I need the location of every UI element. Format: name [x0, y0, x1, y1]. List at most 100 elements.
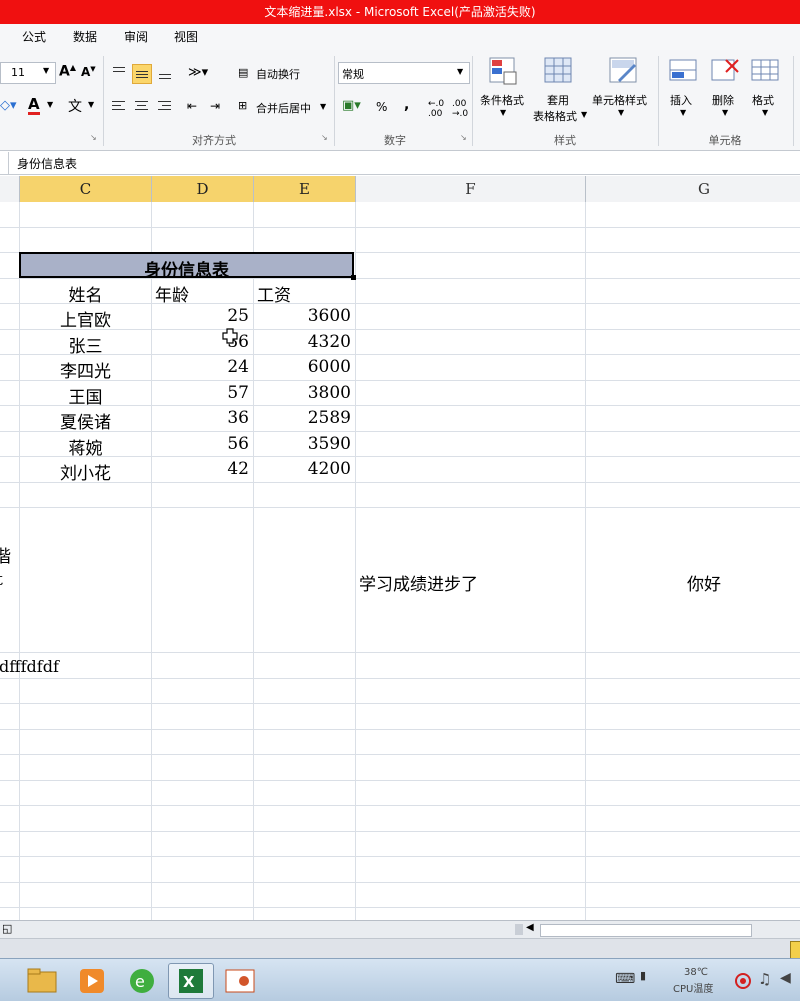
cell-salary[interactable]: 3600: [254, 306, 351, 326]
cpu-temperature-label: CPU温度: [673, 984, 714, 995]
fill-color-icon[interactable]: ◇▾: [0, 98, 17, 113]
table-title-cell[interactable]: 身份信息表: [19, 252, 354, 281]
clipped-cell-text[interactable]: 偕: [0, 542, 11, 567]
cell-styles-button[interactable]: 单元格样式 ▼: [592, 56, 654, 126]
font-size-box[interactable]: 11 ▼: [0, 62, 56, 84]
formula-bar-content[interactable]: 身份信息表: [17, 155, 77, 172]
cell-salary[interactable]: 4200: [254, 459, 351, 479]
cell-salary[interactable]: 6000: [254, 357, 351, 377]
chevron-down-icon[interactable]: ▼: [320, 102, 326, 111]
merge-center-icon[interactable]: ⊞: [238, 99, 247, 112]
font-color-icon[interactable]: A: [28, 96, 40, 115]
percent-button[interactable]: %: [376, 100, 387, 114]
column-header-c[interactable]: C: [20, 176, 152, 202]
cell-name[interactable]: 夏侯诸: [20, 408, 151, 433]
align-right-icon[interactable]: [155, 96, 175, 116]
formula-bar[interactable]: 身份信息表: [0, 152, 800, 175]
format-as-table-button[interactable]: 套用 表格格式 ▼: [533, 56, 589, 126]
column-header-f[interactable]: F: [356, 176, 586, 202]
decrease-decimal-icon[interactable]: .00 →.0: [452, 99, 468, 119]
header-salary[interactable]: 工资: [257, 281, 291, 306]
file-explorer-button[interactable]: [20, 963, 64, 997]
orientation-icon[interactable]: ≫▾: [188, 65, 208, 80]
split-handle[interactable]: [515, 924, 523, 935]
tab-data[interactable]: 数据: [73, 24, 97, 50]
align-left-icon[interactable]: [109, 96, 129, 116]
header-name[interactable]: 姓名: [20, 281, 151, 306]
cell-age[interactable]: 42: [152, 459, 249, 479]
cell-f-text[interactable]: 学习成绩进步了: [359, 570, 478, 595]
cell-name[interactable]: 张三: [20, 332, 151, 357]
network-icon[interactable]: ▮: [640, 969, 646, 982]
chevron-down-icon[interactable]: ▼: [47, 100, 53, 109]
cell-salary[interactable]: 3800: [254, 383, 351, 403]
wrap-text-button[interactable]: 自动换行: [256, 66, 300, 82]
column-header-e[interactable]: E: [254, 176, 356, 202]
phonetic-icon[interactable]: 文: [68, 96, 82, 116]
chevron-down-icon[interactable]: ▼: [88, 100, 94, 109]
cell-salary[interactable]: 4320: [254, 332, 351, 352]
clipped-cell-text[interactable]: t: [0, 570, 3, 590]
fill-handle[interactable]: [351, 275, 356, 280]
cell-salary[interactable]: 2589: [254, 408, 351, 428]
cell-name[interactable]: 蒋婉: [20, 434, 151, 459]
cell-age[interactable]: 25: [152, 306, 249, 326]
align-center-icon[interactable]: [132, 96, 152, 116]
column-header-d[interactable]: D: [152, 176, 254, 202]
sheet-tab-bar: ◱ ◀: [0, 920, 800, 939]
delete-button[interactable]: 删除 ▼: [706, 56, 746, 126]
cell-age[interactable]: 56: [152, 434, 249, 454]
chevron-down-icon: ▼: [762, 108, 769, 117]
cell-age[interactable]: 36: [152, 408, 249, 428]
align-top-icon[interactable]: [109, 63, 129, 83]
window-title: 文本缩进量.xlsx - Microsoft Excel(产品激活失败): [264, 5, 536, 19]
increase-decimal-icon[interactable]: ←.0.00: [428, 99, 444, 119]
cell-name[interactable]: 刘小花: [20, 459, 151, 484]
grow-font-icon[interactable]: A▲: [59, 63, 76, 80]
volume-icon[interactable]: ◀: [780, 970, 791, 986]
tab-view[interactable]: 视图: [174, 24, 198, 50]
merge-center-button[interactable]: 合并后居中: [256, 100, 311, 116]
dialog-launcher-icon[interactable]: ↘: [90, 133, 97, 142]
table-title: 身份信息表: [144, 261, 229, 281]
header-age[interactable]: 年龄: [155, 281, 189, 306]
shrink-font-icon[interactable]: A▼: [81, 65, 96, 79]
cell-age[interactable]: 24: [152, 357, 249, 377]
wrap-text-icon[interactable]: ▤: [238, 66, 248, 79]
cell-name[interactable]: 李四光: [20, 357, 151, 382]
cell-name[interactable]: 王国: [20, 383, 151, 408]
number-format-dropdown[interactable]: 常规 ▼: [338, 62, 470, 84]
excel-button[interactable]: X: [168, 963, 214, 999]
powerpoint-button[interactable]: [218, 963, 262, 997]
cell-g-text[interactable]: 你好: [586, 570, 800, 595]
column-header-partial[interactable]: [0, 176, 20, 202]
column-header-g[interactable]: G: [586, 176, 800, 202]
record-icon[interactable]: [734, 972, 752, 990]
tab-formulas[interactable]: 公式: [22, 24, 46, 50]
cell-age[interactable]: 57: [152, 383, 249, 403]
keyboard-icon[interactable]: ⌨: [615, 971, 635, 987]
dialog-launcher-icon[interactable]: ↘: [321, 133, 328, 142]
insert-button[interactable]: 插入 ▼: [664, 56, 704, 126]
decrease-indent-icon[interactable]: ⇤: [187, 99, 197, 113]
align-bottom-icon[interactable]: [155, 63, 175, 83]
scroll-left-icon[interactable]: ◀: [526, 922, 534, 933]
comma-button[interactable]: ,: [404, 97, 409, 113]
browser-button[interactable]: e: [120, 963, 164, 997]
format-button[interactable]: 格式 ▼: [748, 56, 788, 126]
insert-sheet-icon[interactable]: ◱: [2, 922, 12, 935]
notification-icon[interactable]: ♫: [758, 970, 771, 988]
media-player-button[interactable]: [70, 963, 114, 997]
cell-left-text[interactable]: dfffdfdf: [0, 657, 59, 676]
worksheet-grid[interactable]: 身份信息表 姓名 年龄 工资 上官欧 25 3600 张三 36 4320 李四…: [0, 202, 800, 920]
currency-icon[interactable]: ▣▾: [342, 98, 361, 113]
align-middle-icon[interactable]: [132, 64, 152, 84]
increase-indent-icon[interactable]: ⇥: [210, 99, 220, 113]
zoom-handle[interactable]: [790, 941, 800, 959]
horizontal-scrollbar[interactable]: [540, 924, 752, 937]
cell-name[interactable]: 上官欧: [20, 306, 151, 331]
conditional-format-button[interactable]: 条件格式 ▼: [480, 56, 534, 126]
tab-review[interactable]: 审阅: [124, 24, 148, 50]
dialog-launcher-icon[interactable]: ↘: [460, 133, 467, 142]
cell-salary[interactable]: 3590: [254, 434, 351, 454]
